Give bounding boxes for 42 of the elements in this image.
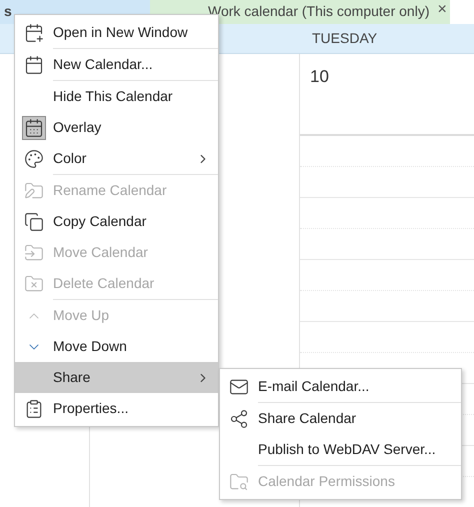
close-button[interactable]: × <box>437 1 447 19</box>
date-number: 10 <box>310 67 329 86</box>
day-header: TUESDAY <box>312 29 378 48</box>
menu-item[interactable]: Properties... <box>15 393 218 424</box>
menu-item[interactable]: New Calendar... <box>15 49 218 80</box>
menu-item-label: Share <box>53 368 92 387</box>
menu-item-label: Rename Calendar <box>53 181 168 200</box>
menu-item[interactable]: Move Down <box>15 331 218 362</box>
folder-x-icon <box>24 274 44 294</box>
menu-item[interactable]: Copy Calendar <box>15 206 218 237</box>
menu-item-label: Delete Calendar <box>53 274 156 293</box>
menu-item[interactable]: Share <box>15 362 218 393</box>
menu-item-label: Properties... <box>53 399 130 418</box>
folder-arrow-icon <box>24 242 44 262</box>
menu-item[interactable]: Publish to WebDAV Server... <box>220 434 461 465</box>
menu-item-label: New Calendar... <box>53 55 154 74</box>
menu-item-label: Calendar Permissions <box>258 472 396 491</box>
folder-pen-icon <box>24 180 44 200</box>
menu-item[interactable]: Overlay <box>15 112 218 143</box>
menu-item-label: E-mail Calendar... <box>258 377 370 396</box>
menu-item-label: Share Calendar <box>258 409 358 428</box>
menu-item[interactable]: E-mail Calendar... <box>220 371 461 402</box>
calendar-plus-icon <box>24 22 44 42</box>
menu-item-label: Copy Calendar <box>53 212 148 231</box>
menu-item-label: Move Down <box>53 337 128 356</box>
menu-item[interactable]: Color <box>15 143 218 174</box>
menu-item-label: Move Up <box>53 306 110 325</box>
menu-item-label: Move Calendar <box>53 243 149 262</box>
palette-icon <box>24 148 44 168</box>
calendar-icon <box>24 54 44 74</box>
share-icon <box>229 408 249 428</box>
menu-item-label: Color <box>53 149 88 168</box>
menu-item[interactable]: Hide This Calendar <box>15 81 218 112</box>
menu-item-label: Overlay <box>53 118 102 137</box>
menu-item-label: Open in New Window <box>53 23 189 42</box>
properties-icon <box>24 398 44 418</box>
tab-label: s <box>4 2 12 21</box>
copy-icon <box>24 212 44 232</box>
menu-item-label: Hide This Calendar <box>53 87 174 106</box>
menu-item-label: Publish to WebDAV Server... <box>258 440 437 459</box>
menu-item[interactable]: Share Calendar <box>220 403 461 434</box>
folder-search-icon <box>229 472 249 492</box>
